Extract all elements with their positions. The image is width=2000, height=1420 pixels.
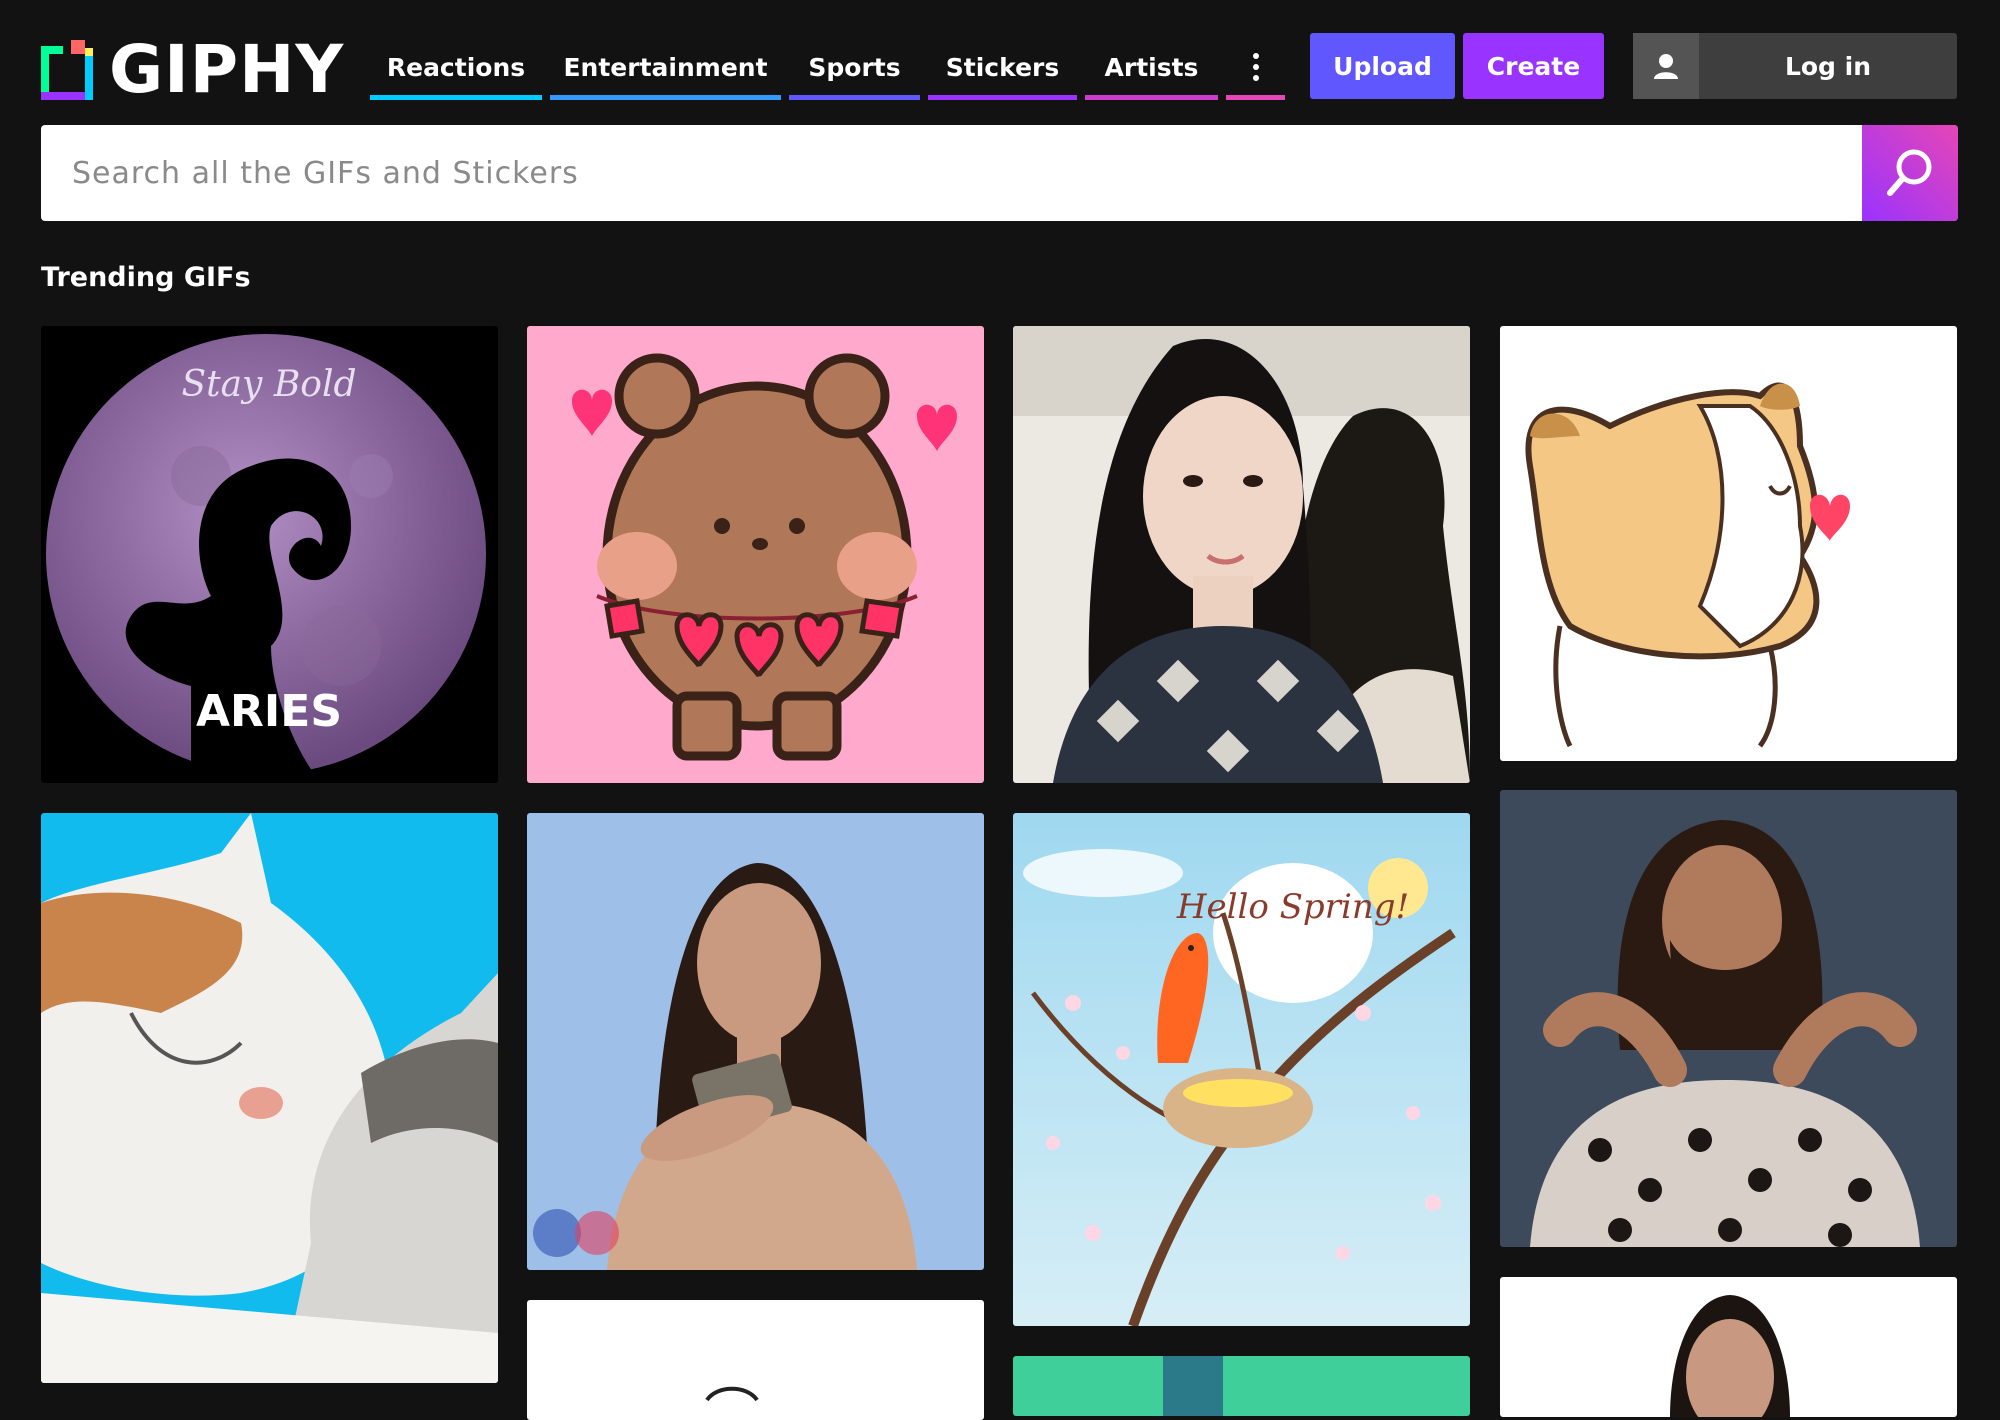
- nav-underline: [928, 95, 1077, 100]
- gif-tile-sketch[interactable]: [527, 1300, 984, 1420]
- nav-label: Reactions: [386, 52, 526, 82]
- search-bar: [41, 125, 1958, 221]
- nav-underline: [550, 95, 781, 100]
- main-nav: Reactions Entertainment Sports Stickers …: [370, 34, 1293, 100]
- nav-item-stickers[interactable]: Stickers: [928, 34, 1077, 100]
- search-input[interactable]: [41, 125, 1861, 221]
- gif-tile-hello-spring[interactable]: Hello Spring!: [1013, 813, 1470, 1326]
- nav-label: Sports: [808, 52, 901, 82]
- gif-tile-bear[interactable]: [527, 326, 984, 783]
- more-vertical-icon: [1252, 53, 1259, 81]
- login-label: Log in: [1784, 51, 1872, 81]
- gif-tile-green[interactable]: [1013, 1356, 1470, 1416]
- gif-tile-cats[interactable]: [41, 813, 498, 1383]
- nav-label: Artists: [1104, 52, 1199, 82]
- upload-button[interactable]: Upload: [1310, 33, 1455, 99]
- gif-tile-girl[interactable]: [1013, 326, 1470, 783]
- giphy-logo-icon: [41, 40, 93, 100]
- nav-label: Stickers: [945, 52, 1060, 82]
- create-button[interactable]: Create: [1463, 33, 1604, 99]
- search-button[interactable]: [1862, 125, 1958, 221]
- nav-underline: [370, 95, 542, 100]
- nav-more-button[interactable]: [1226, 34, 1285, 100]
- nav-item-reactions[interactable]: Reactions: [370, 34, 542, 100]
- nav-underline: [789, 95, 920, 100]
- nav-underline: [1226, 95, 1285, 100]
- nav-item-sports[interactable]: Sports: [789, 34, 920, 100]
- tile-caption: Stay Bold: [181, 364, 356, 405]
- brand-name: GIPHY: [109, 31, 345, 108]
- nav-item-entertainment[interactable]: Entertainment: [550, 34, 781, 100]
- giphy-logo[interactable]: GIPHY: [41, 31, 345, 108]
- section-title: Trending GIFs: [41, 262, 251, 293]
- gif-tile-woman-money[interactable]: [527, 813, 984, 1270]
- gif-tile-man[interactable]: [1500, 790, 1957, 1247]
- nav-item-artists[interactable]: Artists: [1085, 34, 1218, 100]
- login-button[interactable]: Log in: [1633, 33, 1957, 99]
- gif-tile-corgi[interactable]: [1500, 326, 1957, 761]
- tile-caption: ARIES: [196, 686, 342, 737]
- nav-label: Entertainment: [563, 52, 768, 82]
- gif-tile-woman-white[interactable]: [1500, 1277, 1957, 1417]
- search-icon: [1887, 149, 1932, 196]
- tile-caption: Hello Spring!: [1176, 887, 1409, 927]
- gif-tile-aries[interactable]: Stay Bold ARIES: [41, 326, 498, 783]
- nav-underline: [1085, 95, 1218, 100]
- user-icon: [1633, 33, 1699, 99]
